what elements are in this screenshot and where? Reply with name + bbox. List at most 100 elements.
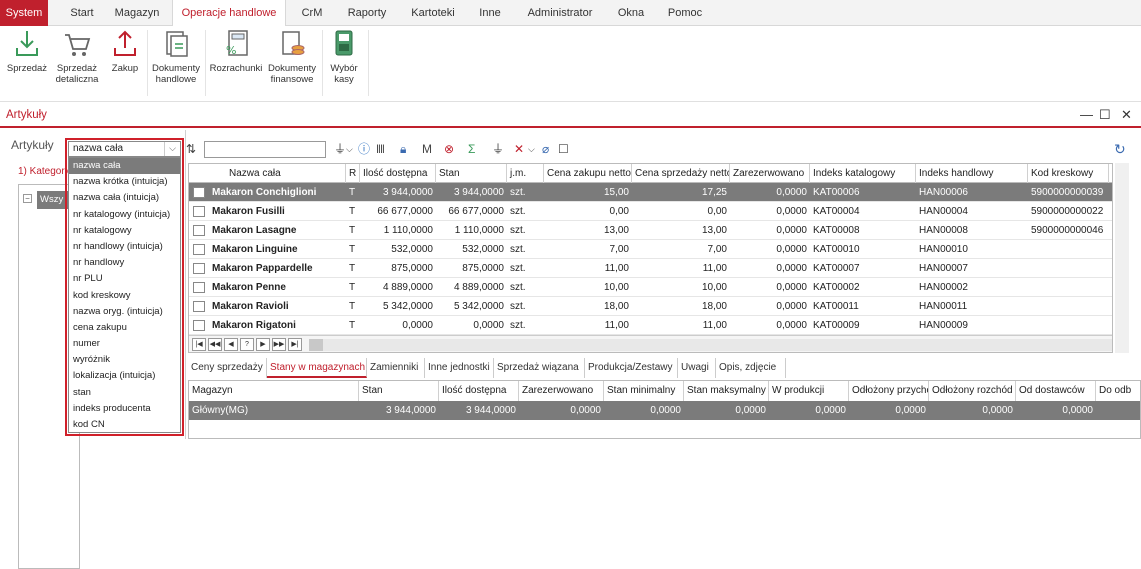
clear-icon[interactable]: ⊗ [444,141,454,157]
column-header[interactable]: Stan [359,381,439,401]
checkbox-icon[interactable]: ☐ [558,141,569,157]
row-selector[interactable] [193,244,205,255]
cash-register-button[interactable]: Wybór kasy [324,28,364,85]
table-row[interactable]: Makaron Lasagne T 1 110,0000 1 110,0000 szt.… [189,221,1112,240]
row-selector[interactable] [193,282,205,293]
column-header[interactable]: Odłożony przychód [849,381,929,401]
menu-pomoc[interactable]: Pomoc [662,0,708,26]
column-header[interactable]: Ilość dostępna [360,164,436,183]
maximize-button[interactable]: ☐ [1099,107,1111,123]
pager-button[interactable]: ◀ [224,338,238,351]
sum-icon[interactable]: Σ [468,141,475,157]
column-header[interactable]: Indeks katalogowy [810,164,916,183]
tab[interactable]: Sprzedaż wiązana [494,358,585,378]
search-input[interactable] [204,141,326,158]
close-button[interactable]: ✕ [1121,107,1132,123]
tab[interactable]: Opis, zdjęcie [716,358,786,378]
column-header[interactable]: Stan maksymalny [684,381,769,401]
table-row[interactable]: Makaron Rigatoni T 0,0000 0,0000 szt. 11,00 11… [189,316,1112,335]
dropdown-option[interactable]: nr handlowy [69,255,180,271]
tab[interactable]: Zamienniki [367,358,425,378]
tab[interactable]: Stany w magazynach [267,358,367,378]
row-selector[interactable] [193,320,205,331]
column-header[interactable]: Zarezerwowano [730,164,810,183]
menu-system[interactable]: System [0,0,48,26]
horizontal-scrollbar[interactable] [309,339,1112,351]
table-row[interactable]: Makaron Ravioli T 5 342,0000 5 342,0000 szt.… [189,297,1112,316]
dropdown-option[interactable]: nazwa cała [69,158,180,175]
pager-button[interactable]: |◀ [192,338,206,351]
dropdown-option[interactable]: numer [69,336,180,352]
menu-magazyn[interactable]: Magazyn [108,0,166,26]
column-header[interactable]: Stan [436,164,507,183]
clear-filter-chevron-icon[interactable]: ⌵ [528,141,535,157]
column-header[interactable]: Od dostawców [1016,381,1096,401]
menu-okna[interactable]: Okna [611,0,651,26]
dropdown-option[interactable]: nr PLU [69,271,180,287]
pager-button[interactable]: ▶ [256,338,270,351]
table-row[interactable]: Makaron Penne T 4 889,0000 4 889,0000 szt. 10… [189,278,1112,297]
scroll-thumb[interactable] [309,339,323,351]
column-header[interactable]: Indeks handlowy [916,164,1028,183]
tab[interactable]: Produkcja/Zestawy [585,358,678,378]
lock-icon[interactable]: 🔒︎ [400,141,406,157]
dropdown-option[interactable]: kod CN [69,417,180,433]
attachment-icon[interactable]: ⌀ [542,141,549,157]
menu-start[interactable]: Start [57,0,107,26]
column-header[interactable]: Cena zakupu netto [544,164,632,183]
dropdown-option[interactable]: nr katalogowy [69,223,180,239]
filter-chevron-icon[interactable]: ⌵ [346,141,353,157]
column-header[interactable]: j.m. [507,164,544,183]
column-header[interactable]: Cena sprzedaży netto [632,164,730,183]
column-header[interactable]: Odłożony rozchód [929,381,1016,401]
pager-button[interactable]: ◀◀ [208,338,222,351]
column-header[interactable]: W produkcji [769,381,849,401]
table-row[interactable]: Makaron Fusilli T 66 677,0000 66 677,0000 sz… [189,202,1112,221]
dropdown-option[interactable]: nr katalogowy (intuicja) [69,207,180,223]
help-icon[interactable]: ⓘ [358,141,370,157]
column-header[interactable]: Ilość dostępna [439,381,519,401]
dropdown-option[interactable]: stan [69,385,180,401]
dropdown-option[interactable]: nr handlowy (intuicja) [69,239,180,255]
settlements-button[interactable]: % Rozrachunki [207,28,265,74]
dropdown-option[interactable]: lokalizacja (intuicja) [69,368,180,384]
pager-button[interactable]: ▶▶ [272,338,286,351]
pager-button[interactable]: ▶| [288,338,302,351]
menu-raporty[interactable]: Raporty [340,0,394,26]
column-header[interactable]: Magazyn [189,381,359,401]
menu-crm[interactable]: CrM [291,0,333,26]
table-row[interactable]: Makaron Conchiglioni T 3 944,0000 3 944,000… [189,183,1112,202]
dropdown-option[interactable]: kod kreskowy [69,288,180,304]
row-selector[interactable] [193,263,205,274]
tree-expand-toggle[interactable]: − [23,194,32,203]
sales-button[interactable]: Sprzedaż [4,28,50,74]
menu-inne[interactable]: Inne [472,0,508,26]
mark-icon[interactable]: M [422,141,432,157]
pager-button[interactable]: ? [240,338,254,351]
trade-documents-button[interactable]: Dokumenty handlowe [149,28,203,85]
column-header[interactable]: Kod kreskowy [1028,164,1109,183]
tab[interactable]: Uwagi [678,358,716,378]
table-row[interactable]: Główny(MG) 3 944,0000 3 944,0000 0,0000 0,00… [189,401,1140,420]
table-row[interactable]: Makaron Pappardelle T 875,0000 875,0000 szt.… [189,259,1112,278]
tab[interactable]: Ceny sprzedaży [188,358,267,378]
column-header[interactable]: I [1109,164,1112,183]
row-selector[interactable] [193,187,205,198]
advanced-filter-icon[interactable]: ⏚ [492,141,504,157]
menu-operacje-handlowe[interactable]: Operacje handlowe [172,0,286,27]
row-selector[interactable] [193,225,205,236]
row-selector[interactable] [193,301,205,312]
chevron-down-icon[interactable]: ⌵ [164,142,180,156]
dropdown-option[interactable]: indeks producenta [69,401,180,417]
column-header[interactable]: Stan minimalny [604,381,684,401]
dropdown-option[interactable]: nazwa cała (intuicja) [69,190,180,206]
barcode-icon[interactable]: ‖‖ [376,141,385,157]
purchase-button[interactable]: Zakup [106,28,144,74]
column-header[interactable]: R [346,164,360,183]
refresh-icon[interactable]: ↻ [1114,141,1126,157]
tab[interactable]: Inne jednostki [425,358,494,378]
dropdown-option[interactable]: cena zakupu [69,320,180,336]
finance-documents-button[interactable]: Dokumenty finansowe [266,28,318,85]
menu-kartoteki[interactable]: Kartoteki [403,0,463,26]
sort-icon[interactable]: ⇅ [186,141,196,157]
